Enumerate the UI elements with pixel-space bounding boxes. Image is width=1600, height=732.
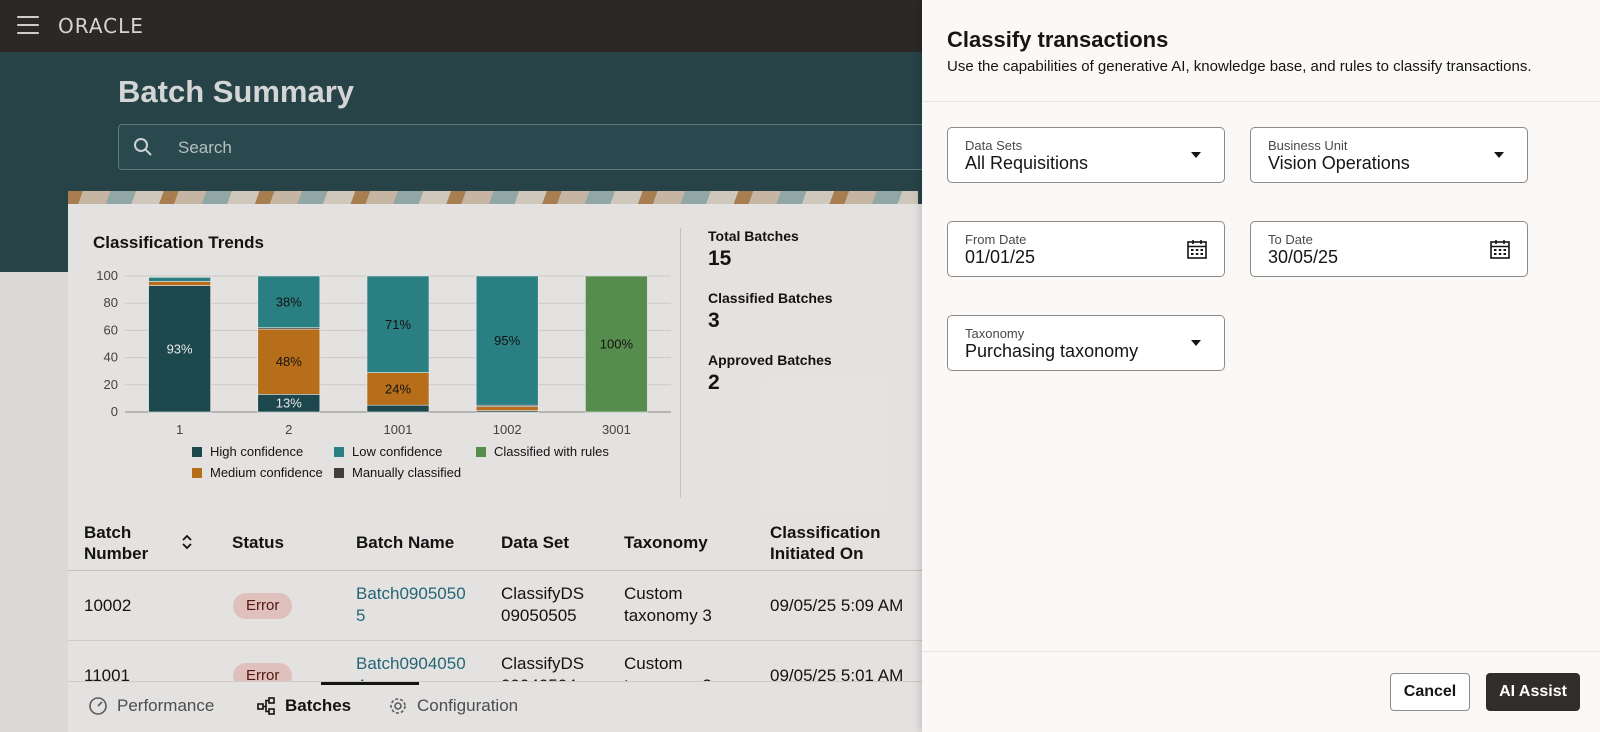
field-value: All Requisitions xyxy=(965,153,1089,173)
business-unit-select[interactable]: Business Unit Vision Operations xyxy=(1250,127,1528,183)
caret-down-icon[interactable] xyxy=(1191,152,1201,158)
caret-down-icon[interactable] xyxy=(1191,340,1201,346)
field-value: Vision Operations xyxy=(1268,153,1410,173)
field-label: To Date xyxy=(1268,232,1313,247)
data-sets-select[interactable]: Data Sets All Requisitions xyxy=(947,127,1225,183)
calendar-icon[interactable] xyxy=(1489,238,1511,260)
drawer-subtitle: Use the capabilities of generative AI, k… xyxy=(947,58,1532,75)
modal-scrim[interactable] xyxy=(0,0,922,732)
field-label: From Date xyxy=(965,232,1027,247)
taxonomy-select[interactable]: Taxonomy Purchasing taxonomy xyxy=(947,315,1225,371)
drawer-footer: Cancel AI Assist xyxy=(922,651,1600,732)
drawer-title: Classify transactions xyxy=(947,27,1169,52)
calendar-icon[interactable] xyxy=(1186,238,1208,260)
ai-assist-button[interactable]: AI Assist xyxy=(1486,673,1580,711)
field-label: Business Unit xyxy=(1268,138,1348,153)
classify-transactions-drawer: Classify transactions Use the capabiliti… xyxy=(922,0,1600,732)
to-date-field[interactable]: To Date 30/05/25 xyxy=(1250,221,1528,277)
caret-down-icon[interactable] xyxy=(1494,152,1504,158)
cancel-button[interactable]: Cancel xyxy=(1390,673,1470,711)
field-label: Taxonomy xyxy=(965,326,1025,341)
from-date-field[interactable]: From Date 01/01/25 xyxy=(947,221,1225,277)
field-value[interactable]: 30/05/25 xyxy=(1268,247,1338,268)
field-label: Data Sets xyxy=(965,138,1023,153)
field-value[interactable]: 01/01/25 xyxy=(965,247,1035,268)
field-value: Purchasing taxonomy xyxy=(965,341,1139,361)
drawer-header: Classify transactions Use the capabiliti… xyxy=(922,0,1600,102)
